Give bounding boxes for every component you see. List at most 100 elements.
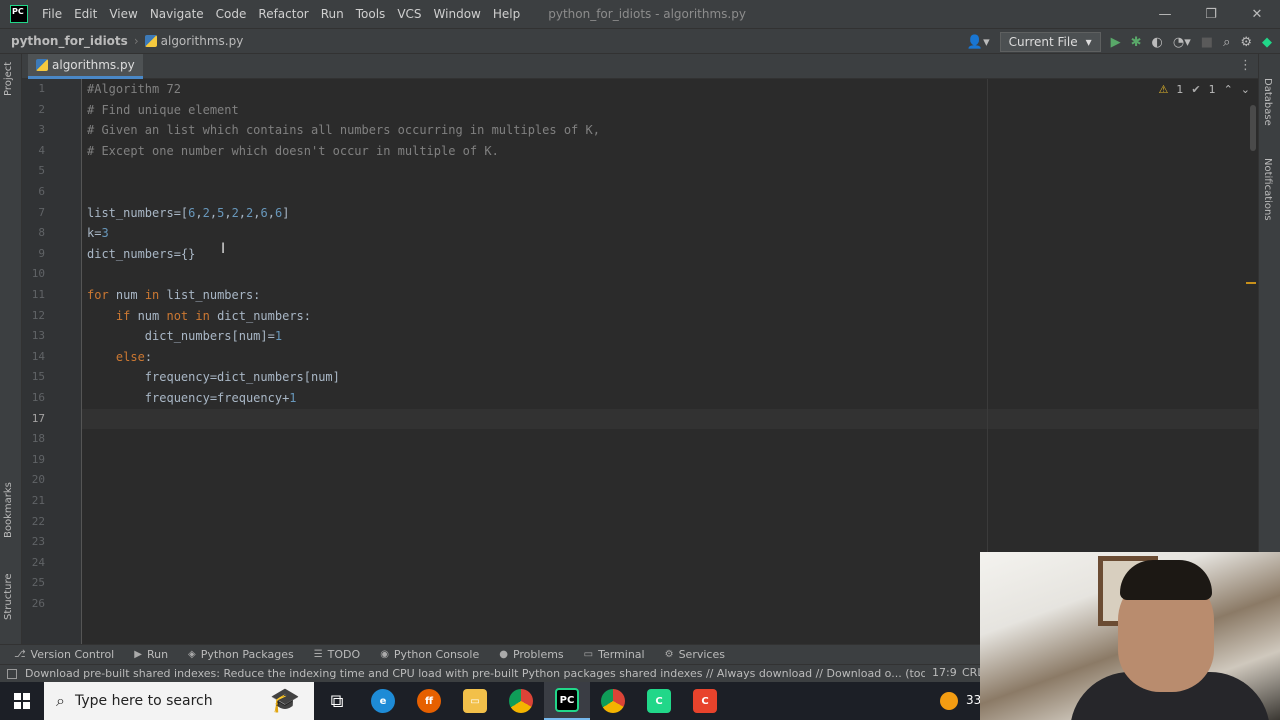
tool-tab-problems[interactable]: ● Problems	[499, 648, 563, 661]
pycharm-logo-icon[interactable]: PC	[10, 5, 28, 23]
profile-icon[interactable]: ◔▾	[1173, 35, 1191, 50]
breadcrumb-project[interactable]: python_for_idiots	[11, 34, 128, 48]
menu-help[interactable]: Help	[493, 7, 520, 21]
line-number[interactable]: 8	[38, 223, 45, 244]
pycharm-taskbar-icon[interactable]: PC	[544, 682, 590, 720]
code-line[interactable]: # Except one number which doesn't occur …	[87, 141, 499, 162]
line-number[interactable]: 3	[38, 120, 45, 141]
clion-green-icon[interactable]: C	[636, 682, 682, 720]
tool-tab-services[interactable]: ⚙ Services	[665, 648, 725, 661]
code-line[interactable]: else:	[87, 347, 152, 368]
tool-tab-run[interactable]: ▶ Run	[134, 648, 168, 661]
inspection-widget[interactable]: ⚠ 1 ✔ 1 ⌃ ⌄	[1158, 83, 1250, 96]
tool-tab-terminal[interactable]: ▭ Terminal	[584, 648, 645, 661]
side-tab-project[interactable]: Project	[3, 62, 14, 96]
minimize-button[interactable]: —	[1142, 0, 1188, 28]
code-line[interactable]: for num in list_numbers:	[87, 285, 260, 306]
menu-vcs[interactable]: VCS	[397, 7, 421, 21]
code-line[interactable]: list_numbers=[6,2,5,2,2,6,6]	[87, 203, 289, 224]
line-number[interactable]: 5	[38, 161, 45, 182]
line-number[interactable]: 20	[32, 470, 45, 491]
debug-icon[interactable]: ✱	[1131, 35, 1142, 50]
coverage-icon[interactable]: ◐	[1152, 35, 1163, 50]
search-icon[interactable]: ⌕	[1223, 35, 1230, 50]
code-line[interactable]: k=3	[87, 223, 109, 244]
caret-position[interactable]: 17:9	[932, 666, 957, 679]
layout-icon[interactable]	[7, 668, 17, 679]
line-number[interactable]: 1	[38, 79, 45, 100]
side-tab-bookmarks[interactable]: Bookmarks	[3, 482, 14, 538]
line-number[interactable]: 26	[32, 594, 45, 615]
line-number[interactable]: 13	[32, 326, 45, 347]
start-button[interactable]	[0, 682, 44, 720]
menu-file[interactable]: File	[42, 7, 62, 21]
breadcrumb-file[interactable]: algorithms.py	[144, 34, 243, 48]
menu-view[interactable]: View	[109, 7, 137, 21]
file-explorer-icon[interactable]: ▭	[452, 682, 498, 720]
menu-edit[interactable]: Edit	[74, 7, 97, 21]
line-number[interactable]: 4	[38, 141, 45, 162]
code-line[interactable]: dict_numbers={}	[87, 244, 195, 265]
tab-algorithms-py[interactable]: algorithms.py	[28, 54, 143, 79]
side-tab-database[interactable]: Database	[1262, 78, 1273, 126]
menu-refactor[interactable]: Refactor	[258, 7, 308, 21]
user-icon[interactable]: 👤▾	[967, 35, 990, 50]
menu-code[interactable]: Code	[216, 7, 247, 21]
side-tab-notifications[interactable]: Notifications	[1262, 158, 1273, 221]
tool-tab-version-control[interactable]: ⎇ Version Control	[14, 648, 114, 661]
tool-tab-python-packages[interactable]: ◈ Python Packages	[188, 648, 294, 661]
task-view-icon[interactable]: ⧉	[314, 682, 360, 720]
code-line[interactable]: frequency=frequency+1	[87, 388, 297, 409]
tool-tab-python-console[interactable]: ◉ Python Console	[380, 648, 479, 661]
code-line[interactable]: frequency=dict_numbers[num]	[87, 367, 340, 388]
line-number[interactable]: 21	[32, 491, 45, 512]
edge-icon[interactable]: e	[360, 682, 406, 720]
restore-button[interactable]: ❐	[1188, 0, 1234, 28]
code-line[interactable]: dict_numbers[num]=1	[87, 326, 282, 347]
line-number[interactable]: 11	[32, 285, 45, 306]
line-number[interactable]: 22	[32, 512, 45, 533]
line-number[interactable]: 7	[38, 203, 45, 224]
side-tab-structure[interactable]: Structure	[3, 573, 14, 620]
clion-red-icon[interactable]: C	[682, 682, 728, 720]
line-number[interactable]: 15	[32, 367, 45, 388]
line-number[interactable]: 16	[32, 388, 45, 409]
code-line[interactable]: # Find unique element	[87, 100, 239, 121]
jetbrains-icon[interactable]: ◆	[1262, 35, 1272, 50]
weather-icon[interactable]	[940, 692, 958, 710]
gear-icon[interactable]: ⚙	[1240, 35, 1252, 50]
close-button[interactable]: ✕	[1234, 0, 1280, 28]
line-number[interactable]: 2	[38, 100, 45, 121]
line-number[interactable]: 12	[32, 306, 45, 327]
run-config-select[interactable]: Current File ▾	[999, 32, 1101, 52]
code-line[interactable]: #Algorithm 72	[87, 79, 181, 100]
chevron-up-icon[interactable]: ⌃	[1224, 83, 1233, 96]
menu-window[interactable]: Window	[434, 7, 481, 21]
stop-icon[interactable]: ■	[1201, 35, 1213, 50]
line-number[interactable]: 17	[32, 409, 45, 430]
chevron-down-icon[interactable]: ⌄	[1241, 83, 1250, 96]
code-line[interactable]: if num not in dict_numbers:	[87, 306, 311, 327]
menu-navigate[interactable]: Navigate	[150, 7, 204, 21]
line-number[interactable]: 14	[32, 347, 45, 368]
line-number[interactable]: 23	[32, 532, 45, 553]
line-number[interactable]: 19	[32, 450, 45, 471]
menu-tools[interactable]: Tools	[356, 7, 386, 21]
status-message[interactable]: Download pre-built shared indexes: Reduc…	[25, 667, 925, 680]
line-number[interactable]: 18	[32, 429, 45, 450]
chrome-icon[interactable]	[498, 682, 544, 720]
taskbar-search[interactable]: ⌕ Type here to search 🎓	[44, 682, 314, 720]
code-line[interactable]: # Given an list which contains all numbe…	[87, 120, 600, 141]
line-number[interactable]: 6	[38, 182, 45, 203]
menu-run[interactable]: Run	[321, 7, 344, 21]
error-stripe-marker[interactable]	[1246, 282, 1256, 284]
line-number[interactable]: 24	[32, 553, 45, 574]
run-icon[interactable]: ▶	[1111, 35, 1121, 50]
line-number[interactable]: 9	[38, 244, 45, 265]
line-number[interactable]: 25	[32, 573, 45, 594]
chrome-profile-icon[interactable]	[590, 682, 636, 720]
line-number[interactable]: 10	[32, 264, 45, 285]
more-icon[interactable]: ⋮	[1239, 58, 1252, 73]
tool-tab-todo[interactable]: ☰ TODO	[314, 648, 360, 661]
editor-scrollbar[interactable]	[1250, 105, 1256, 151]
